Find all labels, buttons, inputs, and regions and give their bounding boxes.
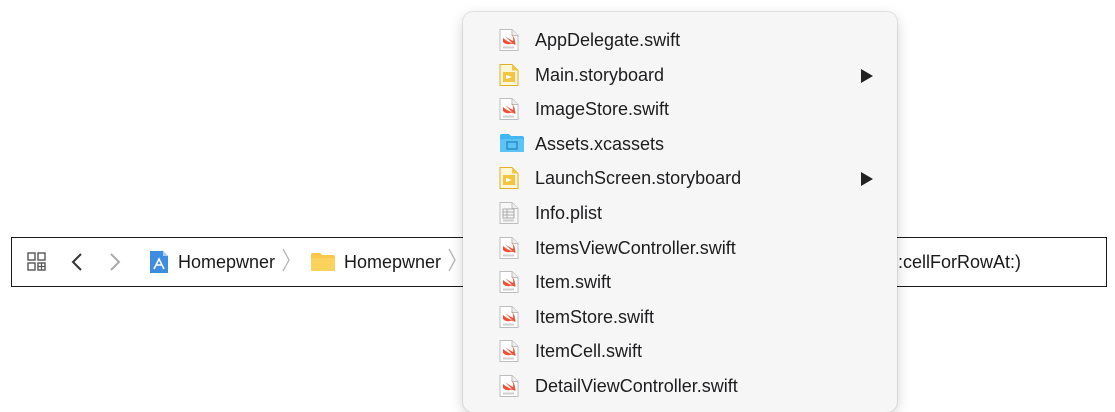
menu-item[interactable]: ImageStore.swift [463,92,897,126]
menu-item[interactable]: Info.plist [463,196,897,230]
menu-item-label: Info.plist [535,203,603,223]
menu-item-label: Main.storyboard [535,64,665,85]
menu-item[interactable]: AppDelegate.swift [463,23,897,57]
breadcrumb-label: Homepwner [178,251,276,272]
menu-item[interactable]: ItemsViewController.swift [463,231,897,265]
file-popup-menu: AppDelegate.swift Main.storyboard ImageSto… [463,12,897,412]
swift-file-icon [499,98,519,121]
breadcrumb-item-method[interactable]: :cellForRowAt:) [898,238,1021,286]
swift-file-icon [499,305,519,328]
storyboard-file-icon [499,167,519,190]
plist-file-icon [499,202,519,224]
menu-item[interactable]: Main.storyboard [463,58,897,92]
asset-catalog-icon [499,133,524,155]
swift-file-icon [499,29,519,51]
menu-item[interactable]: Item.swift [463,265,897,299]
menu-item[interactable]: LaunchScreen.storyboard [463,161,897,195]
menu-item-label: AppDelegate.swift [535,30,681,50]
menu-item[interactable]: ItemCell.swift [463,334,897,368]
menu-item-label: Item.swift [535,272,612,293]
breadcrumb-item-folder[interactable]: Homepwner [310,238,457,286]
submenu-arrow-icon [860,171,874,192]
menu-item-label: ImageStore.swift [535,99,670,120]
menu-item-label: ItemsViewController.swift [535,237,736,258]
breadcrumb-label: Homepwner [344,251,442,272]
chevron-left-icon[interactable] [70,238,84,286]
submenu-arrow-icon [860,68,874,89]
menu-item-label: Assets.xcassets [535,133,665,154]
breadcrumb-separator-icon [281,246,291,279]
menu-item[interactable]: Assets.xcassets [463,127,897,161]
chevron-right-icon[interactable] [108,238,122,286]
folder-icon [310,252,336,272]
related-items-grid-icon[interactable] [26,238,48,286]
storyboard-file-icon [499,63,519,86]
swift-file-icon [499,271,519,294]
breadcrumb-label: :cellForRowAt:) [898,251,1022,272]
menu-item-label: ItemStore.swift [535,306,655,327]
menu-item-label: DetailViewController.swift [535,376,738,396]
swift-file-icon [499,375,519,397]
menu-item[interactable]: DetailViewController.swift [463,369,897,403]
xcode-project-icon [148,250,170,274]
breadcrumb-item-project[interactable]: Homepwner [148,238,291,286]
swift-file-icon [499,236,519,259]
menu-item[interactable]: ItemStore.swift [463,300,897,334]
menu-item-label: ItemCell.swift [535,341,643,362]
breadcrumb-separator-icon [447,246,457,279]
swift-file-icon [499,340,519,363]
menu-item-label: LaunchScreen.storyboard [535,168,742,189]
